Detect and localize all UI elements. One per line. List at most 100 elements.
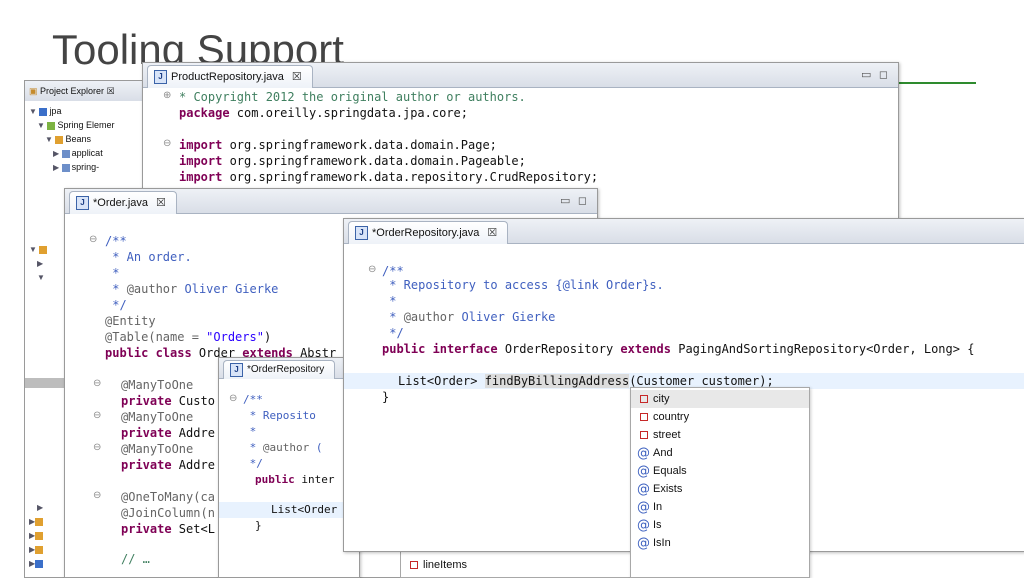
code-javadoc: * — [382, 310, 404, 324]
code-annotation: @Table(name = — [105, 330, 207, 344]
code-keyword: private — [121, 426, 172, 440]
collapsed-triangle-icon: ▶ — [37, 259, 44, 268]
code-javadoc: Oliver Gierke — [177, 282, 279, 296]
tab-small-order-repository[interactable]: J *OrderRepository — [223, 360, 336, 379]
completion-label: lineItems — [423, 559, 468, 571]
code-javadoc: * Repository to access — [382, 278, 556, 292]
fold-collapse-icon[interactable]: ⊖ — [93, 490, 101, 501]
code-line: @OneToMany(ca — [121, 489, 215, 505]
code-line: */ — [105, 297, 126, 313]
code-javadoc-tag: @author — [262, 441, 310, 454]
code-line: */ — [382, 325, 403, 341]
completion-item-and[interactable]: @ And — [631, 444, 809, 462]
fold-collapse-icon[interactable]: ⊖ — [368, 264, 376, 275]
tab-order[interactable]: J *Order.java ☒ — [69, 191, 177, 214]
fold-collapse-icon[interactable]: ⊖ — [163, 138, 171, 149]
tree-item-collapsed[interactable]: ▶ — [29, 543, 45, 556]
code-line: List<Order — [271, 502, 337, 518]
code-javadoc: /** — [105, 234, 127, 248]
fold-collapse-icon[interactable]: ⊖ — [93, 442, 101, 453]
tree-item-jpa[interactable]: ▼ jpa — [29, 105, 61, 118]
completion-label: country — [653, 411, 690, 423]
code-keyword: private — [121, 458, 172, 472]
code-keyword: import — [179, 154, 223, 168]
tree-item-spring-elements[interactable]: ▼ Spring Elemer — [37, 119, 114, 132]
code-javadoc: * — [243, 441, 263, 454]
keyword-icon: @ — [637, 518, 650, 533]
tree-item-collapsed[interactable]: ▼ — [29, 243, 49, 256]
code-keyword: extends — [620, 342, 671, 356]
completion-item-country[interactable]: country — [631, 408, 809, 426]
code-line: @JoinColumn(n — [121, 505, 215, 521]
close-icon[interactable]: ☒ — [156, 192, 166, 214]
code-text: ) — [263, 330, 272, 344]
code-keyword: import — [179, 138, 223, 152]
completion-item-street[interactable]: street — [631, 426, 809, 444]
close-icon[interactable]: ☒ — [487, 222, 497, 244]
tree-item-collapsed[interactable]: ▶ — [37, 257, 43, 270]
window-controls[interactable]: ▭ ◻ — [861, 68, 890, 81]
tree-item-spring[interactable]: ▶ spring- — [53, 161, 99, 174]
completion-item-exists[interactable]: @ Exists — [631, 480, 809, 498]
completion-item-isin[interactable]: @ IsIn — [631, 534, 809, 552]
code-javadoc: * — [105, 282, 127, 296]
code-keyword: import — [179, 170, 223, 184]
close-icon[interactable]: ☒ — [107, 86, 115, 96]
project-explorer-label: Project Explorer — [40, 86, 105, 96]
code-annotation: @JoinColumn(n — [121, 506, 215, 520]
code-line: * — [243, 424, 257, 440]
window-controls[interactable]: ▭ ◻ — [560, 194, 589, 207]
completion-item-equals[interactable]: @ Equals — [631, 462, 809, 480]
code-line: * Repository to access {@link Order}s. — [382, 277, 664, 293]
code-line: import org.springframework.data.reposito… — [179, 169, 598, 185]
field-icon — [410, 561, 418, 569]
tree-item-collapsed[interactable]: ▼ — [37, 271, 45, 284]
code-line: * @author Oliver Gierke — [382, 309, 555, 325]
completion-label: And — [653, 447, 673, 459]
code-keyword: private — [121, 522, 172, 536]
tree-item-beans[interactable]: ▼ Beans — [45, 133, 91, 146]
tree-item-collapsed[interactable]: ▶ — [29, 515, 45, 528]
fold-collapse-icon[interactable]: ⊖ — [89, 234, 97, 245]
code-line: @ManyToOne — [121, 409, 193, 425]
code-javadoc: */ — [243, 457, 263, 470]
code-line: import org.springframework.data.domain.P… — [179, 137, 497, 153]
expanded-triangle-icon: ▼ — [37, 121, 45, 130]
project-explorer-tab[interactable]: ▣ Project Explorer ☒ — [25, 81, 155, 101]
folder-icon — [35, 517, 44, 526]
method-name-token[interactable]: findByBillingAddress — [484, 374, 630, 388]
tree-item-collapsed[interactable]: ▶ — [29, 557, 45, 570]
tree-item-applicat[interactable]: ▶ applicat — [53, 147, 103, 160]
tab-product-repository[interactable]: J ProductRepository.java ☒ — [147, 65, 313, 88]
code-line: } — [255, 518, 262, 534]
project-icon — [39, 107, 48, 116]
code-annotation: @OneToMany(ca — [121, 490, 215, 504]
code-line: * Copyright 2012 the original author or … — [179, 89, 526, 105]
completion-item-in[interactable]: @ In — [631, 498, 809, 516]
code-text: Custo — [171, 394, 215, 408]
close-icon[interactable]: ☒ — [292, 66, 302, 88]
fold-expand-icon[interactable]: ⊕ — [163, 90, 171, 101]
fold-collapse-icon[interactable]: ⊖ — [229, 393, 237, 404]
keyword-icon: @ — [637, 446, 650, 461]
completion-label: street — [653, 429, 681, 441]
tab-order-repository[interactable]: J *OrderRepository.java ☒ — [348, 221, 509, 244]
code-javadoc-tag: @author — [403, 310, 455, 324]
tree-item-collapsed[interactable]: ▶ — [37, 501, 43, 514]
code-line: } — [382, 389, 389, 405]
tree-item-collapsed[interactable]: ▶ — [29, 529, 45, 542]
completion-item-city[interactable]: city — [631, 390, 809, 408]
fold-collapse-icon[interactable]: ⊖ — [93, 410, 101, 421]
fold-collapse-icon[interactable]: ⊖ — [93, 378, 101, 389]
code-javadoc: * — [105, 266, 120, 280]
completion-item-is[interactable]: @ Is — [631, 516, 809, 534]
code-line: private Custo — [121, 393, 215, 409]
folder-icon — [35, 531, 44, 540]
code-text: inter — [294, 473, 335, 486]
code-keyword: private — [121, 394, 172, 408]
code-javadoc: /** — [243, 393, 263, 406]
tab-label: *OrderRepository.java — [372, 227, 480, 239]
collapsed-triangle-icon: ▶ — [53, 163, 60, 172]
expanded-triangle-icon: ▼ — [45, 135, 53, 144]
xml-file-icon — [61, 149, 70, 158]
